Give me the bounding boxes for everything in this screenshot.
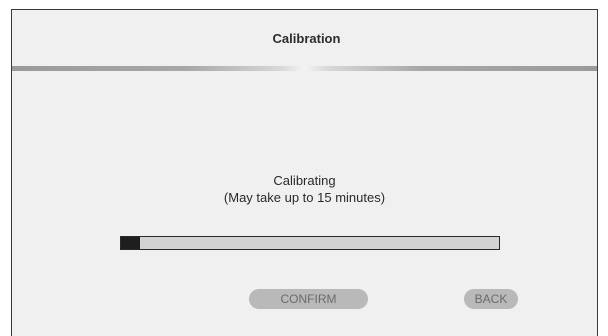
status-text: Calibrating [273, 173, 336, 188]
page-title: Calibration [272, 30, 341, 46]
calibration-panel: Calibration Calibrating (May take up to … [11, 9, 598, 336]
back-button[interactable]: BACK [464, 289, 518, 309]
confirm-button[interactable]: CONFIRM [249, 289, 368, 309]
progress-bar [120, 236, 500, 250]
progress-bar-fill [121, 237, 140, 249]
status-subtext: (May take up to 15 minutes) [223, 190, 386, 205]
header-bar: Calibration [12, 10, 597, 66]
header-divider [12, 66, 597, 71]
